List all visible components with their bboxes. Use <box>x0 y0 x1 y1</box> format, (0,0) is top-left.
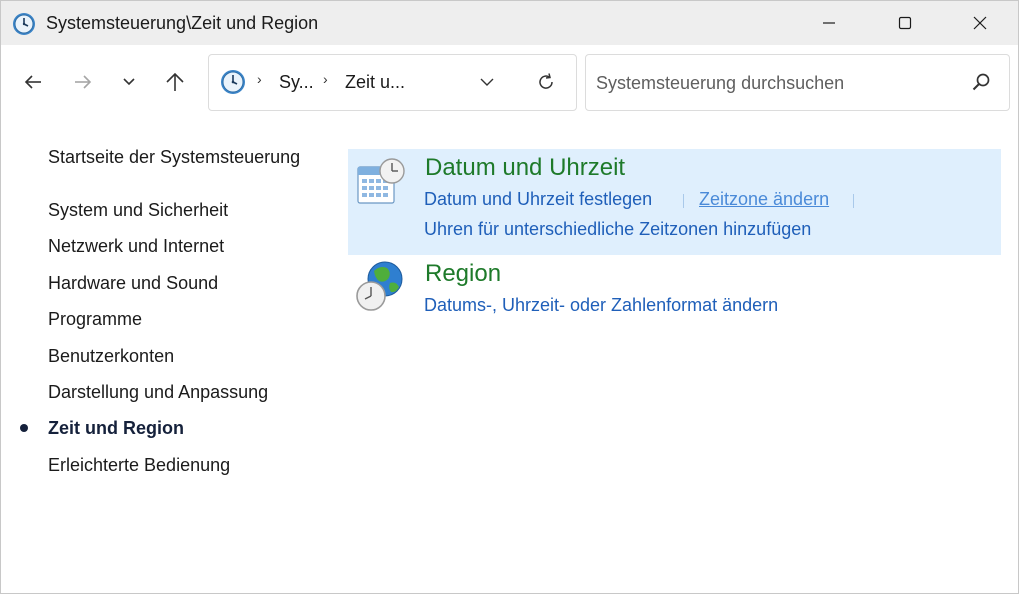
address-bar[interactable]: › Sy... › Zeit u... <box>208 54 577 111</box>
breadcrumb-item-systemsteuerung[interactable]: Sy... <box>279 72 314 93</box>
category-region: Region Datums-, Uhrzeit- oder Zahlenform… <box>348 255 1001 335</box>
sidebar-item-netzwerk-und-internet[interactable]: Netzwerk und Internet <box>48 236 224 257</box>
sidebar-item-system-und-sicherheit[interactable]: System und Sicherheit <box>48 200 228 221</box>
refresh-icon <box>539 73 553 89</box>
category-title-datum-und-uhrzeit[interactable]: Datum und Uhrzeit <box>425 154 625 182</box>
refresh-button[interactable] <box>533 69 559 95</box>
link-separator <box>853 194 854 208</box>
clock-globe-icon <box>13 13 35 35</box>
breadcrumb-separator: › <box>257 71 262 87</box>
clock-globe-icon <box>221 70 245 94</box>
arrow-up-icon <box>166 72 184 91</box>
navigation-bar: › Sy... › Zeit u... <box>1 45 1018 121</box>
window-title: Systemsteuerung\Zeit und Region <box>46 13 319 33</box>
link-uhren-hinzufuegen[interactable]: Uhren für unterschiedliche Zeitzonen hin… <box>424 219 811 240</box>
sidebar-item-erleichterte-bedienung[interactable]: Erleichterte Bedienung <box>48 455 230 476</box>
sidebar-item-benutzerkonten[interactable]: Benutzerkonten <box>48 346 174 367</box>
active-item-bullet <box>20 424 28 432</box>
forward-button[interactable] <box>68 67 98 97</box>
title-bar: Systemsteuerung\Zeit und Region <box>1 1 1018 45</box>
search-input[interactable] <box>594 69 958 97</box>
link-zeitzone-aendern[interactable]: Zeitzone ändern <box>699 189 829 210</box>
calendar-clock-icon[interactable] <box>354 155 408 209</box>
breadcrumb-item-zeit-und-region[interactable]: Zeit u... <box>345 72 405 93</box>
sidebar-item-startseite[interactable]: Startseite der Systemsteuerung <box>48 147 300 168</box>
up-button[interactable] <box>160 67 190 97</box>
recent-locations-button[interactable] <box>114 67 144 97</box>
sidebar-item-hardware-und-sound[interactable]: Hardware und Sound <box>48 273 218 294</box>
sidebar-item-darstellung-und-anpassung[interactable]: Darstellung und Anpassung <box>48 382 268 403</box>
minimize-icon <box>823 22 835 24</box>
close-icon <box>973 16 987 30</box>
chevron-down-icon <box>480 78 494 86</box>
close-button[interactable] <box>956 1 1004 45</box>
arrow-right-icon <box>75 75 92 89</box>
search-box[interactable] <box>585 54 1010 111</box>
breadcrumb-separator[interactable]: › <box>323 71 328 87</box>
maximize-icon <box>898 16 912 30</box>
link-formate-aendern[interactable]: Datums-, Uhrzeit- oder Zahlenformat ände… <box>424 295 778 316</box>
category-datum-und-uhrzeit: Datum und Uhrzeit Datum und Uhrzeit fest… <box>348 149 1001 255</box>
sidebar: Startseite der Systemsteuerung System un… <box>1 121 331 591</box>
category-title-region[interactable]: Region <box>425 260 501 288</box>
globe-clock-icon[interactable] <box>354 259 408 313</box>
link-datum-und-uhrzeit-festlegen[interactable]: Datum und Uhrzeit festlegen <box>424 189 652 210</box>
arrow-left-icon <box>24 75 41 89</box>
maximize-button[interactable] <box>881 1 929 45</box>
link-separator <box>683 194 684 208</box>
control-panel-window: Systemsteuerung\Zeit und Region › Sy... … <box>0 0 1019 594</box>
address-history-button[interactable] <box>475 70 499 94</box>
sidebar-item-programme[interactable]: Programme <box>48 309 142 330</box>
back-button[interactable] <box>18 67 48 97</box>
search-icon[interactable] <box>970 72 992 94</box>
sidebar-item-zeit-und-region[interactable]: Zeit und Region <box>48 418 184 439</box>
minimize-button[interactable] <box>805 1 853 45</box>
chevron-down-icon <box>123 78 135 86</box>
